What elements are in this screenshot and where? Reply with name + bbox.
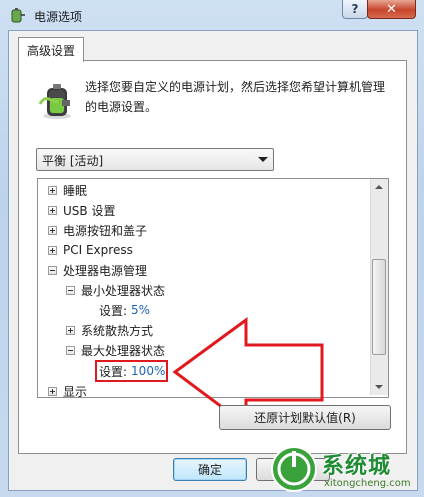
collapse-icon[interactable]: [66, 345, 75, 355]
dropdown-arrow-icon[interactable]: [258, 157, 268, 162]
tree-node-power-buttons[interactable]: 电源按钮和盖子: [48, 221, 147, 239]
tree-node-usb[interactable]: USB 设置: [48, 201, 115, 219]
tree-node-max-processor-state[interactable]: 最大处理器状态: [66, 341, 165, 359]
highlight-box: [95, 360, 168, 382]
scroll-down-icon[interactable]: [375, 385, 383, 389]
window-title: 电源选项: [34, 10, 83, 24]
power-options-window: 电源选项 ? ✕ 高级设置 选择您要自定义的电源计划，然后选择您希望计算机管理的…: [0, 0, 424, 497]
tree-node-label: 电源按钮和盖子: [63, 223, 148, 238]
collapse-icon[interactable]: [66, 285, 75, 295]
tree-node-sleep[interactable]: 睡眠: [48, 181, 87, 199]
settings-tree[interactable]: 睡眠 USB 设置 电源按钮和盖子 PCI Express 处理器电源管理 最小…: [37, 178, 389, 398]
tree-node-label: USB 设置: [63, 203, 116, 218]
battery-plug-icon: [38, 84, 71, 119]
description-text: 选择您要自定义的电源计划，然后选择您希望计算机管理的电源设置。: [85, 80, 386, 114]
power-plan-dropdown[interactable]: 平衡 [活动]: [36, 148, 274, 171]
setting-value[interactable]: 5%: [131, 303, 150, 317]
title-bar[interactable]: 电源选项 ? ✕: [0, 0, 424, 30]
power-plan-selected: 平衡 [活动]: [42, 154, 104, 168]
tree-node-label: 最大处理器状态: [81, 343, 166, 358]
watermark-url: xitongcheng.com: [324, 478, 411, 489]
expand-icon[interactable]: [48, 386, 57, 396]
close-button[interactable]: ✕: [367, 0, 416, 19]
tree-node-label: 睡眠: [63, 183, 88, 198]
expand-icon[interactable]: [48, 185, 57, 195]
expand-icon[interactable]: [48, 225, 57, 235]
tree-node-pci-express[interactable]: PCI Express: [48, 241, 133, 259]
watermark-text: 系统城: [322, 453, 392, 479]
tree-node-system-cooling[interactable]: 系统散热方式: [66, 321, 153, 339]
tree-setting-min[interactable]: 设置: 5%: [99, 301, 150, 319]
scroll-up-icon[interactable]: [375, 185, 383, 189]
watermark-logo-icon: [271, 446, 317, 492]
tree-node-label: PCI Express: [63, 243, 133, 257]
tree-node-label: 系统散热方式: [81, 323, 154, 338]
setting-label: 设置:: [99, 303, 128, 318]
expand-icon[interactable]: [48, 205, 57, 215]
tab-advanced-settings[interactable]: 高级设置: [18, 37, 84, 62]
tree-node-label: 处理器电源管理: [63, 263, 148, 278]
tree-node-processor-power[interactable]: 处理器电源管理: [48, 261, 147, 279]
collapse-icon[interactable]: [48, 265, 57, 275]
power-options-icon: [11, 8, 25, 23]
tree-node-label: 显示: [63, 384, 88, 398]
tree-scrollbar[interactable]: [370, 179, 388, 395]
expand-icon[interactable]: [66, 325, 75, 335]
tree-node-label: 最小处理器状态: [81, 283, 166, 298]
restore-defaults-button[interactable]: 还原计划默认值(R): [219, 405, 391, 430]
expand-icon[interactable]: [48, 245, 57, 255]
tree-node-display[interactable]: 显示: [48, 382, 88, 398]
ok-button[interactable]: 确定: [173, 458, 247, 481]
tree-node-min-processor-state[interactable]: 最小处理器状态: [66, 281, 165, 299]
scrollbar-thumb[interactable]: [372, 259, 386, 355]
help-button[interactable]: ?: [342, 0, 368, 19]
